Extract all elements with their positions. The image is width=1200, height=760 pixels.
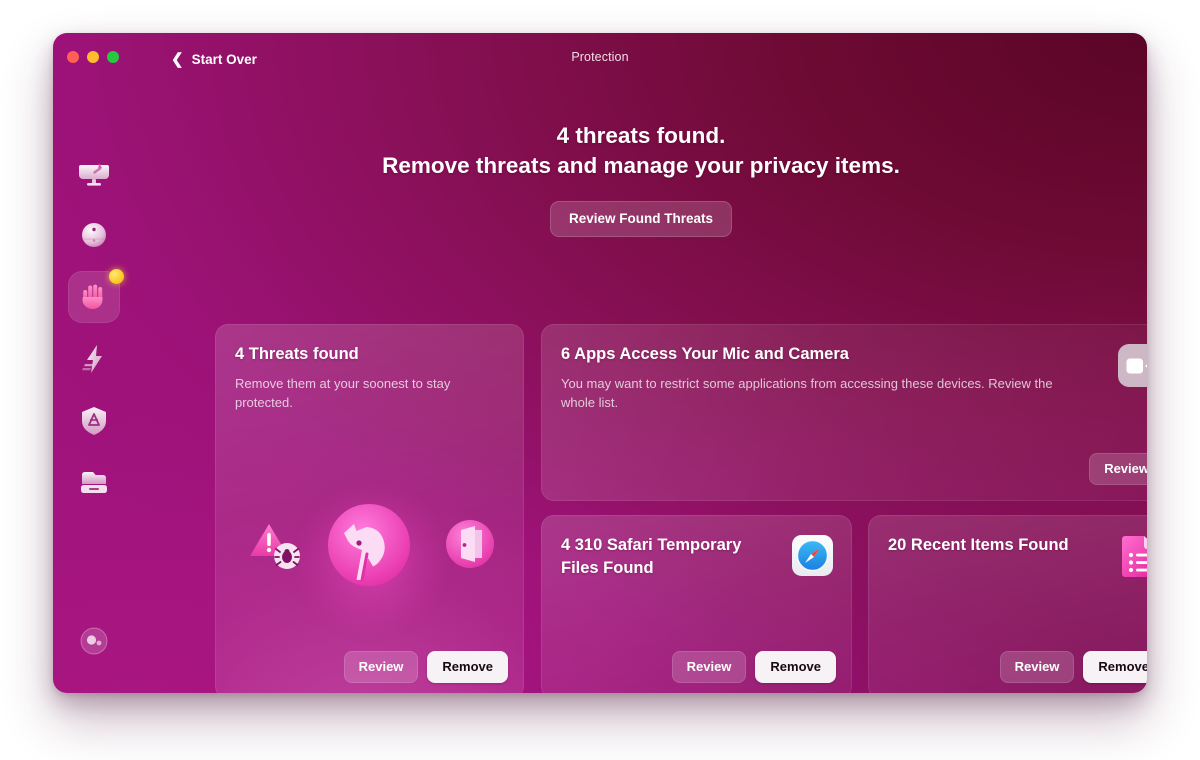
recent-review-button[interactable]: Review — [999, 651, 1075, 683]
card-mic-description: You may want to restrict some applicatio… — [561, 376, 1053, 410]
card-safari-actions: Review Remove — [671, 651, 836, 683]
lightning-bolt-icon — [82, 345, 102, 373]
warning-bug-icon — [250, 524, 300, 569]
card-mic-icon-wrap — [1118, 344, 1147, 387]
sphere-icon — [82, 223, 106, 247]
account-orb-icon — [80, 627, 108, 655]
sidebar — [53, 85, 135, 693]
recent-remove-button[interactable]: Remove — [1083, 651, 1147, 683]
card-recent-body: 20 Recent Items Found — [868, 515, 1147, 557]
card-mic-actions: Review — [1089, 453, 1147, 485]
hero-headline-primary: 4 threats found. — [556, 123, 726, 148]
threats-review-button[interactable]: Review — [343, 651, 419, 683]
card-safari-temp-files[interactable]: 4 310 Safari Temporary Files Found Revie… — [541, 515, 852, 693]
card-threats[interactable]: 4 Threats found Remove them at your soon… — [215, 324, 524, 693]
review-found-threats-button[interactable]: Review Found Threats — [549, 201, 733, 237]
hero-section: 4 threats found. Remove threats and mana… — [135, 85, 1147, 237]
threat-illustration — [215, 486, 524, 636]
door-icon — [446, 520, 494, 568]
sidebar-item-protection[interactable] — [68, 269, 124, 323]
card-recent-title: 20 Recent Items Found — [888, 536, 1069, 554]
card-threats-title: 4 Threats found — [235, 345, 359, 363]
hero-headline-secondary: Remove threats and manage your privacy i… — [382, 153, 900, 178]
sidebar-item-smart-scan[interactable] — [68, 147, 120, 199]
card-mic-body: 6 Apps Access Your Mic and Camera You ma… — [541, 324, 1147, 412]
card-safari-icon-wrap — [792, 535, 833, 581]
monitor-broom-icon — [79, 163, 109, 186]
sidebar-item-applications[interactable] — [68, 395, 120, 447]
protection-alert-badge — [109, 269, 124, 284]
cards-grid: 4 Threats found Remove them at your soon… — [215, 324, 1147, 693]
threats-remove-button[interactable]: Remove — [427, 651, 508, 683]
card-mic-title: 6 Apps Access Your Mic and Camera — [561, 345, 849, 363]
sidebar-item-performance[interactable] — [68, 333, 120, 385]
shield-icon — [82, 407, 106, 435]
sidebar-item-account[interactable] — [68, 615, 120, 667]
video-camera-icon — [1118, 344, 1147, 387]
titlebar: ❮ Start Over Protection — [53, 33, 1147, 85]
card-safari-title: 4 310 Safari Temporary Files Found — [561, 536, 742, 577]
card-recent-actions: Review Remove — [999, 651, 1147, 683]
card-recent-icon-wrap — [1120, 535, 1147, 583]
trojan-horse-icon — [328, 504, 410, 586]
card-recent-items[interactable]: 20 Recent Items Found Review Remove — [868, 515, 1147, 693]
document-list-icon — [1122, 536, 1147, 577]
sidebar-item-cleanup[interactable] — [68, 209, 120, 261]
mic-review-button[interactable]: Review — [1089, 453, 1147, 485]
card-threats-body: 4 Threats found Remove them at your soon… — [215, 324, 524, 412]
app-window: ❮ Start Over Protection 4 threats found.… — [53, 33, 1147, 693]
safari-review-button[interactable]: Review — [671, 651, 747, 683]
page-title: Protection — [571, 50, 629, 64]
card-threats-actions: Review Remove — [343, 651, 508, 683]
video-camera-glyph — [1126, 358, 1147, 373]
hand-icon — [82, 284, 103, 309]
safari-compass-icon — [792, 535, 833, 576]
sidebar-item-my-stuff[interactable] — [68, 457, 120, 509]
card-mic-camera[interactable]: 6 Apps Access Your Mic and Camera You ma… — [541, 324, 1147, 501]
safari-remove-button[interactable]: Remove — [755, 651, 836, 683]
card-threats-description: Remove them at your soonest to stay prot… — [235, 376, 451, 410]
drawer-icon — [81, 472, 107, 493]
